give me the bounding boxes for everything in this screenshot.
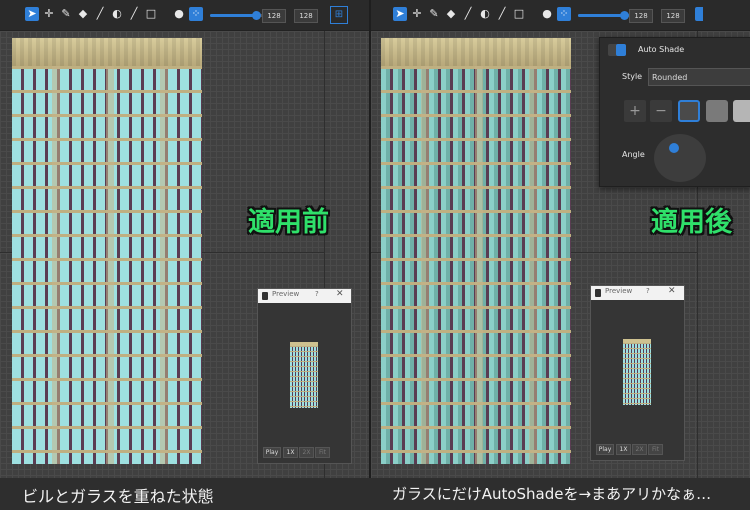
pencil-icon[interactable]: ✎ bbox=[427, 7, 441, 21]
preview-thumbnail-roof bbox=[623, 339, 651, 343]
height-field[interactable]: 128 bbox=[661, 9, 685, 23]
play-button[interactable]: Play bbox=[596, 444, 614, 455]
preview-thumbnail bbox=[290, 342, 318, 408]
preview-title: Preview bbox=[272, 290, 300, 298]
pencil-icon[interactable]: ✎ bbox=[59, 7, 73, 21]
angle-handle[interactable] bbox=[669, 143, 679, 153]
zoom-1x-button[interactable]: 1X bbox=[616, 444, 631, 455]
style-label: Style bbox=[622, 72, 643, 81]
left-editor-panel: ➤ ✛ ✎ ◆ ╱ ◐ ╱ □ ● ⁘ 128 128 ⊞ 適用前 Previe… bbox=[0, 0, 371, 510]
preview-titlebar[interactable]: Preview ? ✕ bbox=[591, 286, 684, 300]
preview-window[interactable]: Preview ? ✕ Play 1X 2X Fit bbox=[590, 285, 685, 461]
building-sprite-before bbox=[12, 38, 202, 464]
shade-swatch-light[interactable] bbox=[733, 100, 750, 122]
paint-bucket-icon[interactable]: ◐ bbox=[478, 7, 492, 21]
width-field[interactable]: 128 bbox=[629, 9, 653, 23]
left-toolbar: ➤ ✛ ✎ ◆ ╱ ◐ ╱ □ ● ⁘ 128 128 ⊞ bbox=[0, 0, 371, 31]
building-pillar bbox=[106, 66, 114, 464]
preview-app-icon bbox=[595, 289, 601, 297]
paint-bucket-icon[interactable]: ◐ bbox=[110, 7, 124, 21]
zoom-1x-button[interactable]: 1X bbox=[283, 447, 298, 458]
select-arrow-icon[interactable]: ➤ bbox=[25, 7, 39, 21]
move-icon[interactable]: ✛ bbox=[410, 7, 424, 21]
preview-thumbnail-roof bbox=[290, 342, 318, 346]
preview-title: Preview bbox=[605, 287, 633, 295]
building-sprite-after bbox=[381, 38, 571, 464]
right-editor-panel: ➤ ✛ ✎ ◆ ╱ ◐ ╱ □ ● ⁘ 128 128 適用後 Preview … bbox=[371, 0, 750, 510]
auto-shade-panel: Auto Shade Style Rounded + − Angle bbox=[599, 37, 750, 187]
caption-after: ガラスにだけAutoShadeを→まあアリかなぁ… bbox=[392, 485, 712, 503]
grid-toggle-icon[interactable]: ⊞ bbox=[330, 6, 348, 24]
angle-label: Angle bbox=[622, 150, 645, 159]
select-arrow-icon[interactable]: ➤ bbox=[393, 7, 407, 21]
slider-fill bbox=[210, 14, 256, 17]
building-roof bbox=[381, 38, 571, 66]
play-button[interactable]: Play bbox=[263, 447, 281, 458]
after-label: 適用後 bbox=[651, 207, 732, 238]
style-dropdown[interactable]: Rounded bbox=[648, 68, 750, 86]
toggle-knob bbox=[616, 44, 626, 56]
rectangle-select-icon[interactable]: □ bbox=[512, 7, 526, 21]
line-icon[interactable]: ╱ bbox=[461, 7, 475, 21]
building-pillar bbox=[160, 66, 168, 464]
shade-swatch-mid[interactable] bbox=[706, 100, 728, 122]
preview-thumbnail bbox=[623, 339, 651, 405]
circle-brush-icon[interactable]: ● bbox=[172, 7, 186, 21]
close-icon[interactable]: ✕ bbox=[336, 289, 344, 299]
zoom-2x-button[interactable]: 2X bbox=[632, 444, 647, 455]
dither-icon[interactable]: ⁘ bbox=[557, 7, 571, 21]
building-pillar bbox=[421, 66, 429, 464]
height-field[interactable]: 128 bbox=[294, 9, 318, 23]
auto-shade-title: Auto Shade bbox=[638, 45, 685, 54]
slider-fill bbox=[578, 14, 624, 17]
fit-button[interactable]: Fit bbox=[648, 444, 663, 455]
caption-before: ビルとガラスを重ねた状態 bbox=[22, 487, 214, 506]
building-roof bbox=[12, 38, 202, 66]
angle-dial[interactable] bbox=[654, 134, 706, 182]
preview-app-icon bbox=[262, 292, 268, 300]
circle-brush-icon[interactable]: ● bbox=[540, 7, 554, 21]
dither-icon[interactable]: ⁘ bbox=[189, 7, 203, 21]
brush-icon[interactable]: ╱ bbox=[495, 7, 509, 21]
slider-knob[interactable] bbox=[620, 11, 629, 20]
brush-icon[interactable]: ╱ bbox=[127, 7, 141, 21]
line-icon[interactable]: ╱ bbox=[93, 7, 107, 21]
shade-swatch-dark[interactable] bbox=[678, 100, 700, 122]
eraser-icon[interactable]: ◆ bbox=[76, 7, 90, 21]
move-icon[interactable]: ✛ bbox=[42, 7, 56, 21]
preview-titlebar[interactable]: Preview ? ✕ bbox=[258, 289, 351, 303]
building-pillar bbox=[52, 66, 60, 464]
zoom-2x-button[interactable]: 2X bbox=[299, 447, 314, 458]
rectangle-select-icon[interactable]: □ bbox=[144, 7, 158, 21]
remove-color-button[interactable]: − bbox=[650, 100, 672, 122]
help-button[interactable]: ? bbox=[315, 290, 319, 298]
grid-toggle-icon[interactable] bbox=[695, 7, 703, 21]
building-pillar bbox=[529, 66, 537, 464]
right-toolbar: ➤ ✛ ✎ ◆ ╱ ◐ ╱ □ ● ⁘ 128 128 bbox=[371, 0, 750, 31]
width-field[interactable]: 128 bbox=[262, 9, 286, 23]
close-icon[interactable]: ✕ bbox=[668, 286, 676, 296]
preview-window[interactable]: Preview ? ✕ Play 1X 2X Fit bbox=[257, 288, 352, 464]
building-pillar bbox=[475, 66, 483, 464]
auto-shade-toggle[interactable] bbox=[608, 44, 626, 56]
eraser-icon[interactable]: ◆ bbox=[444, 7, 458, 21]
help-button[interactable]: ? bbox=[646, 287, 650, 295]
fit-button[interactable]: Fit bbox=[315, 447, 330, 458]
before-label: 適用前 bbox=[248, 207, 329, 238]
add-color-button[interactable]: + bbox=[624, 100, 646, 122]
slider-knob[interactable] bbox=[252, 11, 261, 20]
